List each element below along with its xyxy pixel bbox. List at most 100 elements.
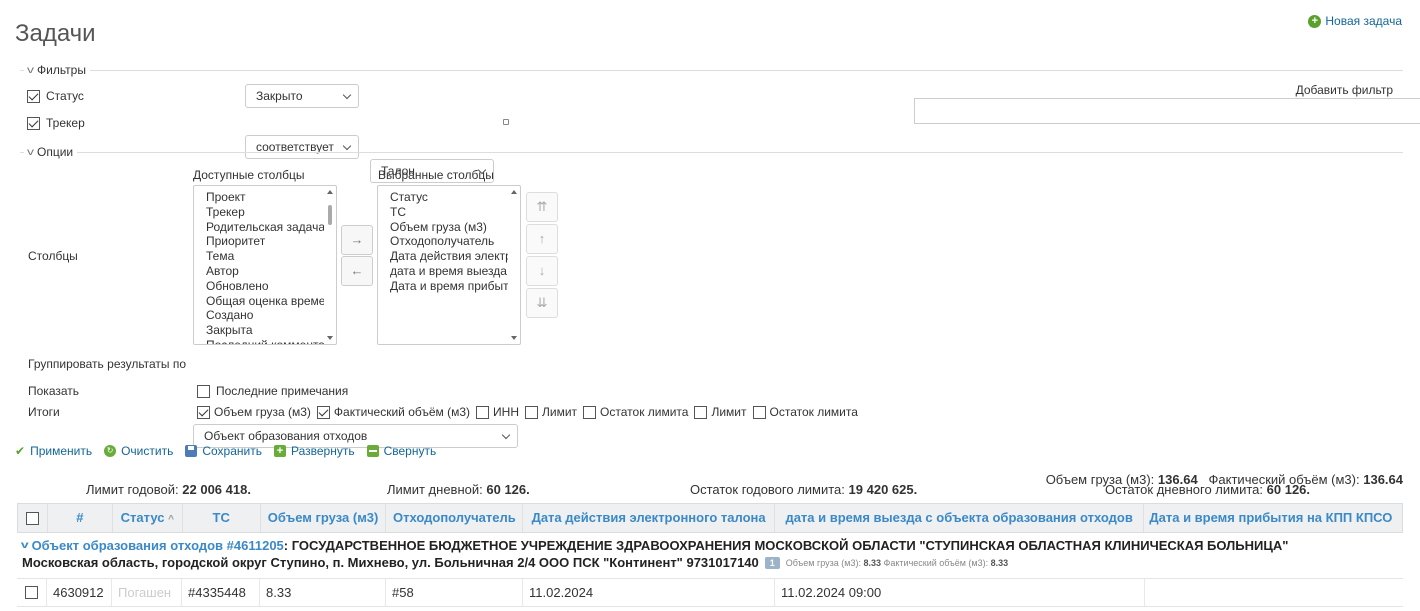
column-option[interactable]: Дата и время прибыті [390,279,508,294]
total-option-checkbox[interactable] [525,405,539,419]
column-option[interactable]: Приоритет [206,234,324,249]
column-option[interactable]: Последний комментар [206,338,324,344]
column-option[interactable]: Дата действия электр [390,249,508,264]
column-option[interactable]: Родительская задача [206,220,324,235]
total-option-checkbox[interactable] [583,405,597,419]
filter-tracker-operator[interactable]: соответствует [245,135,359,159]
query-actions: ✔ Применить ↻ Очистить Сохранить + Разве… [15,444,436,458]
row-checkbox[interactable] [25,586,38,599]
col-volume[interactable]: Объем груза (м3) [261,504,387,532]
group-link[interactable]: Объект образования отходов #4611205 [32,538,284,553]
column-option[interactable]: Проект [206,190,324,205]
total-option-checkbox[interactable] [694,405,708,419]
column-option[interactable]: Статус [390,190,508,205]
show-label: Показать [28,384,80,398]
table-row[interactable]: 4630912 Погашен #4335448 8.33 #58 11.02.… [17,579,1403,607]
total-option-label: ИНН [493,405,520,419]
move-down-button[interactable]: ↓ [526,256,558,286]
move-right-button[interactable]: → [341,225,373,255]
move-up-button[interactable]: ↑ [526,224,558,254]
col-receiver[interactable]: Отходополучатель [386,504,524,532]
total-option-label: Лимит [542,405,578,419]
filters-divider [20,70,1403,71]
total-option-checkbox[interactable] [197,405,210,419]
show-last-notes-checkbox[interactable] [197,384,210,398]
column-option[interactable]: Объем груза (м3) [390,220,508,235]
collapse-button[interactable]: Свернуть [366,444,436,458]
column-option[interactable]: Обновлено [206,279,324,294]
cell-id[interactable]: 4630912 [47,579,112,606]
column-option[interactable]: Автор [206,264,324,279]
col-status-label: Статус [120,510,165,525]
issues-table: # Статус ^ ТС Объем груза (м3) Отходопол… [17,503,1403,607]
new-task-link[interactable]: + Новая задача [1308,14,1402,28]
total-actual-value: 136.64 [1363,472,1403,487]
column-option[interactable]: дата и время выезда [390,264,508,279]
column-option[interactable]: Закрыта [206,323,324,338]
available-columns-list[interactable]: Проект Трекер Родительская задача Приоритет… [193,185,337,345]
total-actual-label: Фактический объём (м3): [1208,472,1360,487]
chevron-down-icon[interactable]: v [21,540,29,551]
column-option[interactable]: Общая оценка време [206,294,324,309]
move-left-button[interactable]: ← [341,256,373,286]
cell-status: Погашен [112,579,182,606]
select-all-checkbox[interactable] [25,511,39,525]
selected-scrollbar[interactable] [509,187,519,343]
total-option-label: Объем груза (м3) [214,405,311,419]
reload-icon: ↻ [104,445,117,457]
clear-button[interactable]: ↻ Очистить [104,444,173,458]
expand-icon: + [273,445,286,457]
column-option[interactable]: Трекер [206,205,324,220]
total-option-label: Лимит [711,405,747,419]
col-ts[interactable]: ТС [183,504,261,532]
filter-tracker-label: Трекер [46,116,85,130]
filter-status-operator[interactable]: Закрыто [245,84,359,108]
select-all-cell [18,504,48,532]
apply-button[interactable]: ✔ Применить [15,444,92,458]
group-details: Московская область, городской округ Ступ… [22,555,1403,570]
new-task-label: Новая задача [1325,14,1402,28]
move-bottom-button[interactable]: ⇊ [526,288,558,318]
col-status[interactable]: Статус ^ [113,504,183,532]
col-departure[interactable]: дата и время выезда с объекта образовани… [775,504,1145,532]
filter-status-checkbox[interactable] [27,89,40,103]
cell-ts: #4335448 [182,579,260,606]
page-title: Задачи [15,20,96,47]
total-option-checkbox[interactable] [752,405,766,419]
available-scrollbar[interactable] [325,187,335,343]
column-option[interactable]: Отходополучатель [390,234,508,249]
check-icon: ✔ [15,444,26,458]
col-arrival[interactable]: Дата и время прибытия на КПП КПСО [1144,504,1402,532]
total-option-checkbox[interactable] [316,405,330,419]
options-legend[interactable]: v Опции [24,145,78,159]
total-option-checkbox[interactable] [476,405,490,419]
cell-arrival [1145,579,1403,606]
day-limit-label: Лимит дневной: [387,482,483,497]
save-button[interactable]: Сохранить [185,444,262,458]
column-option[interactable]: ТС [390,205,508,220]
add-filter-select[interactable] [914,98,1420,124]
selected-columns-list[interactable]: Статус ТС Объем груза (м3) Отходополучатель… [377,185,521,345]
column-option[interactable]: Создано [206,308,324,323]
day-limit-value: 60 126. [486,482,530,497]
expand-button[interactable]: + Развернуть [273,444,355,458]
col-id[interactable]: # [48,504,113,532]
chevron-down-icon: v [27,146,34,158]
cell-receiver: #58 [386,579,523,606]
total-option-label: Остаток лимита [769,405,858,419]
column-option[interactable]: Тема [206,249,324,264]
move-top-button[interactable]: ⇈ [526,192,558,222]
group-row: v Объект образования отходов #4611205: Г… [17,533,1403,579]
col-valid-date[interactable]: Дата действия электронного талона [523,504,775,532]
filter-status-label: Статус [46,89,84,103]
filters-legend[interactable]: v Фильтры [24,63,90,77]
group-name: : ГОСУДАРСТВЕННОЕ БЮДЖЕТНОЕ УЧРЕЖДЕНИЕ З… [283,538,1289,553]
row-select-cell [17,579,47,606]
year-rest-label: Остаток годового лимита: [690,482,845,497]
clear-label: Очистить [121,444,174,458]
sort-asc-icon: ^ [168,514,174,525]
filter-tracker-checkbox[interactable] [27,116,40,130]
cell-valid-date: 11.02.2024 [523,579,775,606]
multiselect-toggle-icon[interactable] [503,119,509,125]
group-address: Московская область, городской округ Ступ… [22,555,759,570]
